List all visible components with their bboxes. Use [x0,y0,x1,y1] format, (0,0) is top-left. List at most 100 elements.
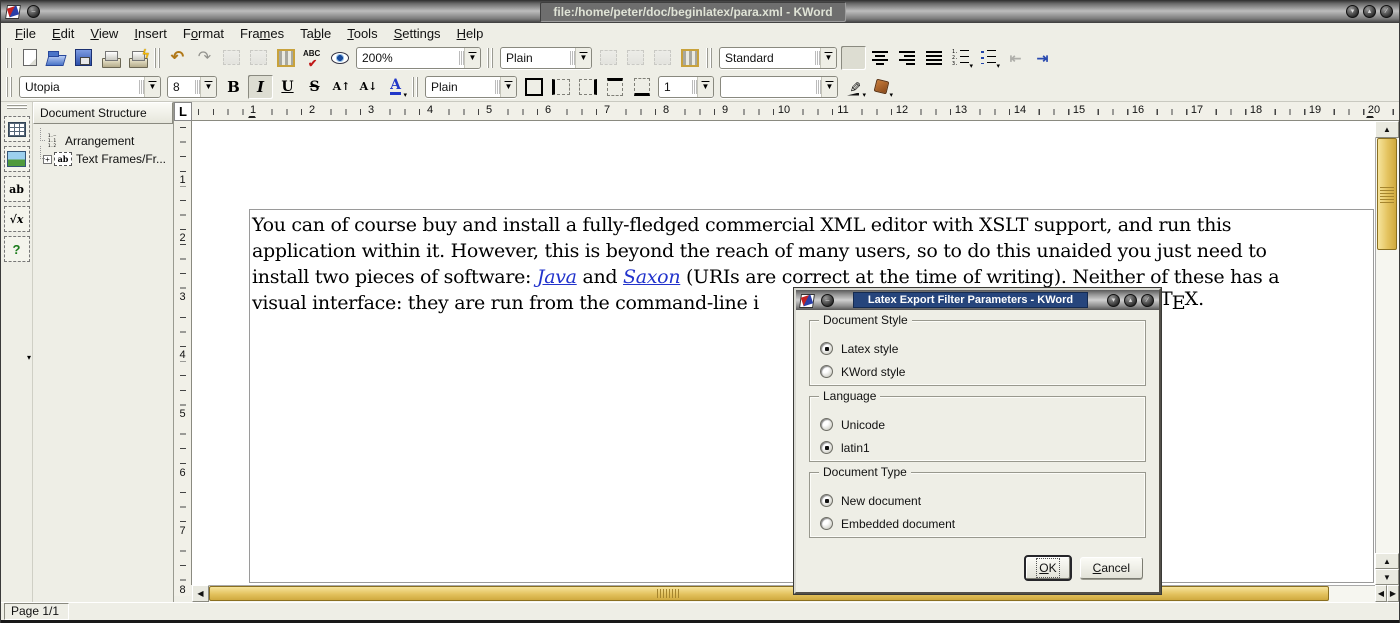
combo-arrow-icon[interactable]: ▼ [500,77,516,97]
toolbar-handle[interactable] [7,104,27,110]
radio-kword-style[interactable]: KWord style [820,360,1135,383]
frame-style-select[interactable]: Plain▼ [425,76,517,98]
vertical-ruler[interactable]: 12345678 [174,121,192,585]
border-width-select[interactable]: 1▼ [658,76,714,98]
insert-object-icon[interactable]: ? [4,236,30,262]
combo-arrow-icon[interactable]: ▼ [820,48,836,68]
align-left-icon[interactable] [841,46,866,70]
scroll-up-icon[interactable]: ▲ [1375,553,1399,569]
scroll-down-icon[interactable]: ▼ [1375,569,1399,585]
scroll-up-icon[interactable]: ▲ [1375,121,1399,138]
document-canvas[interactable]: You can of course buy and install a full… [192,121,1375,585]
menu-format[interactable]: Format [175,24,232,43]
underline-icon[interactable]: U [275,75,300,99]
hyperlink-saxon[interactable]: Saxon [623,266,680,288]
toolbar-overflow-icon[interactable]: ▾ [27,353,31,362]
align-right-icon[interactable] [895,46,920,70]
menu-view[interactable]: View [82,24,126,43]
print-icon[interactable] [98,46,123,70]
border-color-icon[interactable]: ✎▾ [842,75,867,99]
cancel-button[interactable]: Cancel [1080,557,1143,579]
insert-columns-icon[interactable] [677,46,702,70]
strikethrough-icon[interactable]: S [302,75,327,99]
superscript-icon[interactable]: A↑ [329,75,354,99]
insert-table-icon[interactable] [4,116,30,142]
iconify-button[interactable]: ▴ [1363,5,1376,18]
hyperlink-java[interactable]: Java [537,266,577,288]
radio-latex-style[interactable]: Latex style [820,337,1135,360]
subscript-icon[interactable]: A↓ [356,75,381,99]
border-top-icon[interactable] [602,75,627,99]
align-justify-icon[interactable] [922,46,947,70]
scroll-left-icon[interactable]: ◀ [192,585,209,602]
horizontal-scroll-track[interactable] [1329,585,1375,602]
toolbar-handle[interactable] [412,77,419,97]
radio-unicode[interactable]: Unicode [820,413,1135,436]
toolbar-handle[interactable] [706,48,713,68]
sticky-button[interactable]: – [821,294,834,307]
spellcheck-icon[interactable] [300,46,325,70]
vertical-scroll-thumb[interactable] [1377,138,1397,250]
sticky-button[interactable]: – [27,5,40,18]
radio-button-icon[interactable] [820,342,833,355]
kword-app-icon[interactable] [5,4,22,19]
combo-arrow-icon[interactable]: ▼ [575,48,591,68]
bulleted-list-icon[interactable]: ▾ [976,46,1001,70]
radio-embedded-document[interactable]: Embedded document [820,512,1135,535]
tree-item-text-frames-fr[interactable]: +abText Frames/Fr... [35,152,171,166]
combo-arrow-icon[interactable]: ▼ [144,77,160,97]
save-document-icon[interactable] [71,46,96,70]
italic-icon[interactable]: I [248,75,273,99]
vertical-scrollbar[interactable]: ▲ ▲ ▼ [1375,121,1399,585]
iconify-button[interactable]: ▴ [1124,294,1137,307]
scroll-right-icon[interactable]: ▶ [1387,585,1399,602]
toolbar-handle[interactable] [487,48,494,68]
insert-formula-icon[interactable]: √x [4,206,30,232]
menu-table[interactable]: Table [292,24,339,43]
horizontal-ruler[interactable]: 1234567891011121314151617181920 [192,102,1399,121]
horizontal-scroll-thumb[interactable] [209,586,1329,601]
tab-selector[interactable]: L [174,102,192,121]
radio-button-icon[interactable] [820,517,833,530]
menu-edit[interactable]: Edit [44,24,82,43]
border-line-style-select[interactable]: ▼ [720,76,838,98]
radio-new-document[interactable]: New document [820,489,1135,512]
bold-icon[interactable]: B [221,75,246,99]
dialog-titlebar[interactable]: – Latex Export Filter Parameters - KWord… [796,290,1159,310]
menu-insert[interactable]: Insert [126,24,175,43]
zoom-select[interactable]: 200%▼ [356,47,481,69]
reconnect-frame-icon[interactable] [273,46,298,70]
close-button[interactable]: ∕ [1380,5,1393,18]
shade-button[interactable]: ▾ [1346,5,1359,18]
radio-button-icon[interactable] [820,441,833,454]
ok-button[interactable]: OK [1026,557,1069,579]
combo-arrow-icon[interactable]: ▼ [697,77,713,97]
numbered-list-icon[interactable]: ▾ [949,46,974,70]
border-left-icon[interactable] [548,75,573,99]
radio-button-icon[interactable] [820,418,833,431]
combo-arrow-icon[interactable]: ▼ [464,48,480,68]
font-size-select[interactable]: 8▼ [167,76,217,98]
text-style-select[interactable]: Plain▼ [500,47,592,69]
toolbar-handle[interactable] [6,48,13,68]
undo-icon[interactable]: ↶ [165,46,190,70]
tree-item-arrangement[interactable]: 1.– 1.1 1.2Arrangement [35,134,171,148]
open-document-icon[interactable] [44,46,69,70]
new-document-icon[interactable] [17,46,42,70]
font-family-select[interactable]: Utopia▼ [19,76,161,98]
print-preview-icon[interactable]: ϟ [125,46,150,70]
toolbar-handle[interactable] [154,48,161,68]
font-color-icon[interactable]: A▾ [383,75,408,99]
radio-button-icon[interactable] [820,494,833,507]
scroll-left-icon[interactable]: ◀ [1375,585,1387,602]
menu-help[interactable]: Help [449,24,492,43]
preview-mode-icon[interactable] [327,46,352,70]
border-outline-icon[interactable] [521,75,546,99]
insert-picture-icon[interactable] [4,146,30,172]
insert-text-frame-icon[interactable]: ab [4,176,30,202]
shade-button[interactable]: ▾ [1107,294,1120,307]
menu-frames[interactable]: Frames [232,24,292,43]
increase-indent-icon[interactable]: ⇥ [1030,46,1055,70]
radio-button-icon[interactable] [820,365,833,378]
align-center-icon[interactable] [868,46,893,70]
